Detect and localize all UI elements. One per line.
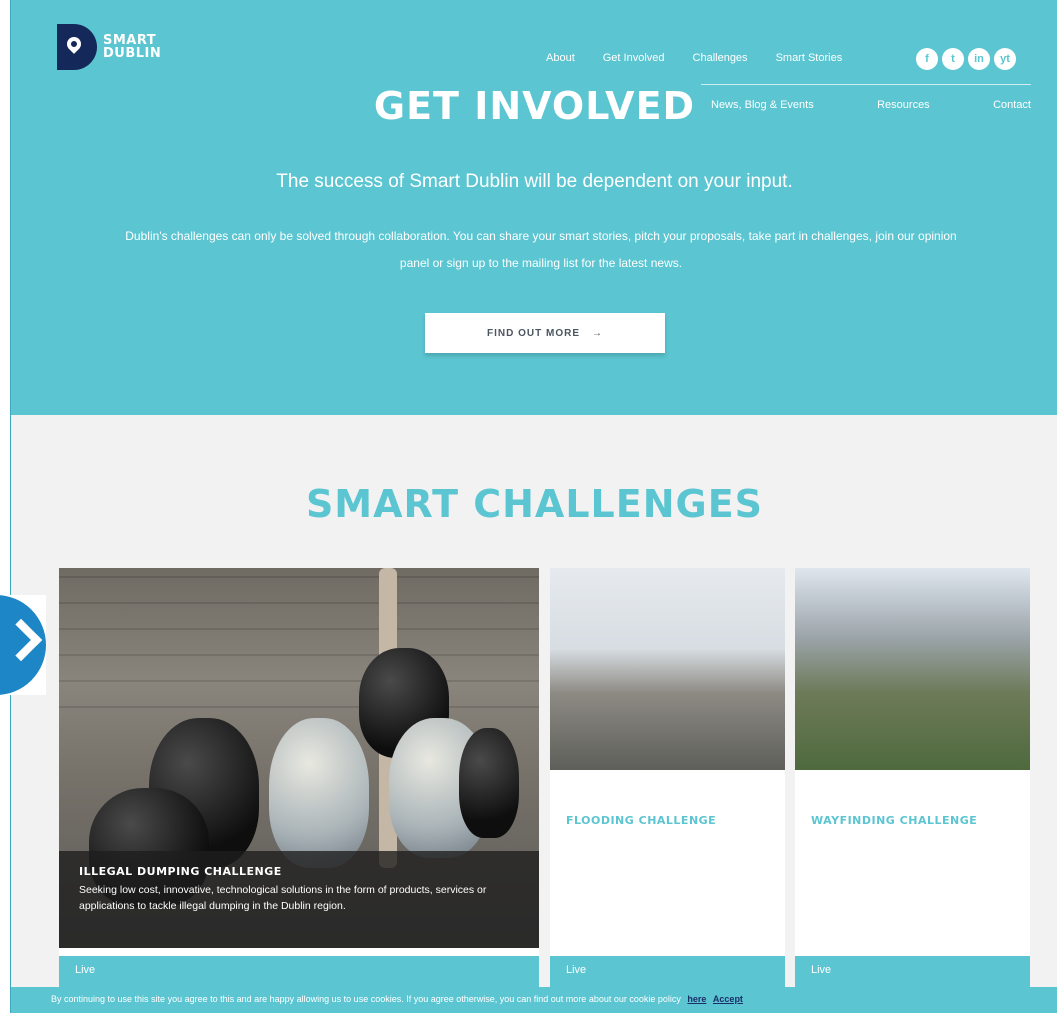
card-title: ILLEGAL DUMPING CHALLENGE	[79, 865, 282, 878]
cookie-policy-link[interactable]: here	[687, 994, 706, 1004]
linkedin-icon[interactable]: in	[968, 48, 990, 70]
cookie-text: By continuing to use this site you agree…	[51, 994, 681, 1004]
page-frame: SMART DUBLIN About Get Involved Challeng…	[10, 0, 1057, 1013]
carousel-next-button[interactable]	[0, 595, 46, 695]
cookie-accept-link[interactable]: Accept	[713, 994, 743, 1004]
card-title: FLOODING CHALLENGE	[566, 814, 717, 827]
logo-wordmark: SMART DUBLIN	[103, 34, 161, 60]
nav-contact[interactable]: Contact	[993, 99, 1031, 111]
secondary-nav: News, Blog & Events Resources Contact	[711, 99, 1031, 111]
card-title: WAYFINDING CHALLENGE	[811, 814, 978, 827]
hero-description: Dublin's challenges can only be solved t…	[125, 229, 957, 270]
nav-smart-stories[interactable]: Smart Stories	[776, 52, 843, 64]
card-description: Seeking low cost, innovative, technologi…	[79, 884, 487, 912]
social-links: f t in yt	[916, 48, 1016, 70]
status-badge: Live	[550, 956, 785, 988]
twitter-icon[interactable]: t	[942, 48, 964, 70]
facebook-icon[interactable]: f	[916, 48, 938, 70]
nav-get-involved[interactable]: Get Involved	[603, 52, 665, 64]
flooding-image	[550, 568, 785, 770]
logo-d-icon	[57, 24, 97, 70]
status-badge: Live	[59, 956, 539, 988]
status-badge: Live	[795, 956, 1030, 988]
primary-nav: About Get Involved Challenges Smart Stor…	[546, 52, 842, 64]
challenges-heading: SMART CHALLENGES	[305, 482, 764, 526]
youtube-icon[interactable]: yt	[994, 48, 1016, 70]
hero-tagline: The success of Smart Dublin will be depe…	[276, 171, 793, 192]
wayfinding-image	[795, 568, 1030, 770]
find-out-more-button[interactable]: FIND OUT MORE →	[425, 313, 665, 353]
logo-line-2: DUBLIN	[103, 46, 162, 61]
bin-bag-image	[459, 728, 519, 838]
nav-resources[interactable]: Resources	[877, 99, 930, 111]
cookie-banner: By continuing to use this site you agree…	[11, 987, 1057, 1013]
challenge-card-wayfinding[interactable]: WAYFINDING CHALLENGE Live	[795, 568, 1030, 988]
arrow-right-icon: →	[592, 327, 603, 339]
nav-news-blog-events[interactable]: News, Blog & Events	[711, 99, 814, 111]
hero-section: SMART DUBLIN About Get Involved Challeng…	[11, 0, 1057, 415]
nav-about[interactable]: About	[546, 52, 575, 64]
card-caption-overlay: ILLEGAL DUMPING CHALLENGE Seeking low co…	[59, 851, 539, 948]
location-pin-icon	[64, 34, 84, 54]
clear-bag-image	[269, 718, 369, 868]
challenge-card-illegal-dumping[interactable]: ILLEGAL DUMPING CHALLENGE Seeking low co…	[59, 568, 539, 988]
challenge-card-flooding[interactable]: FLOODING CHALLENGE Live	[550, 568, 785, 988]
nav-challenges[interactable]: Challenges	[693, 52, 748, 64]
site-logo[interactable]: SMART DUBLIN	[57, 24, 161, 70]
find-out-more-label: FIND OUT MORE	[487, 327, 580, 339]
stone-wall-texture	[59, 568, 539, 708]
